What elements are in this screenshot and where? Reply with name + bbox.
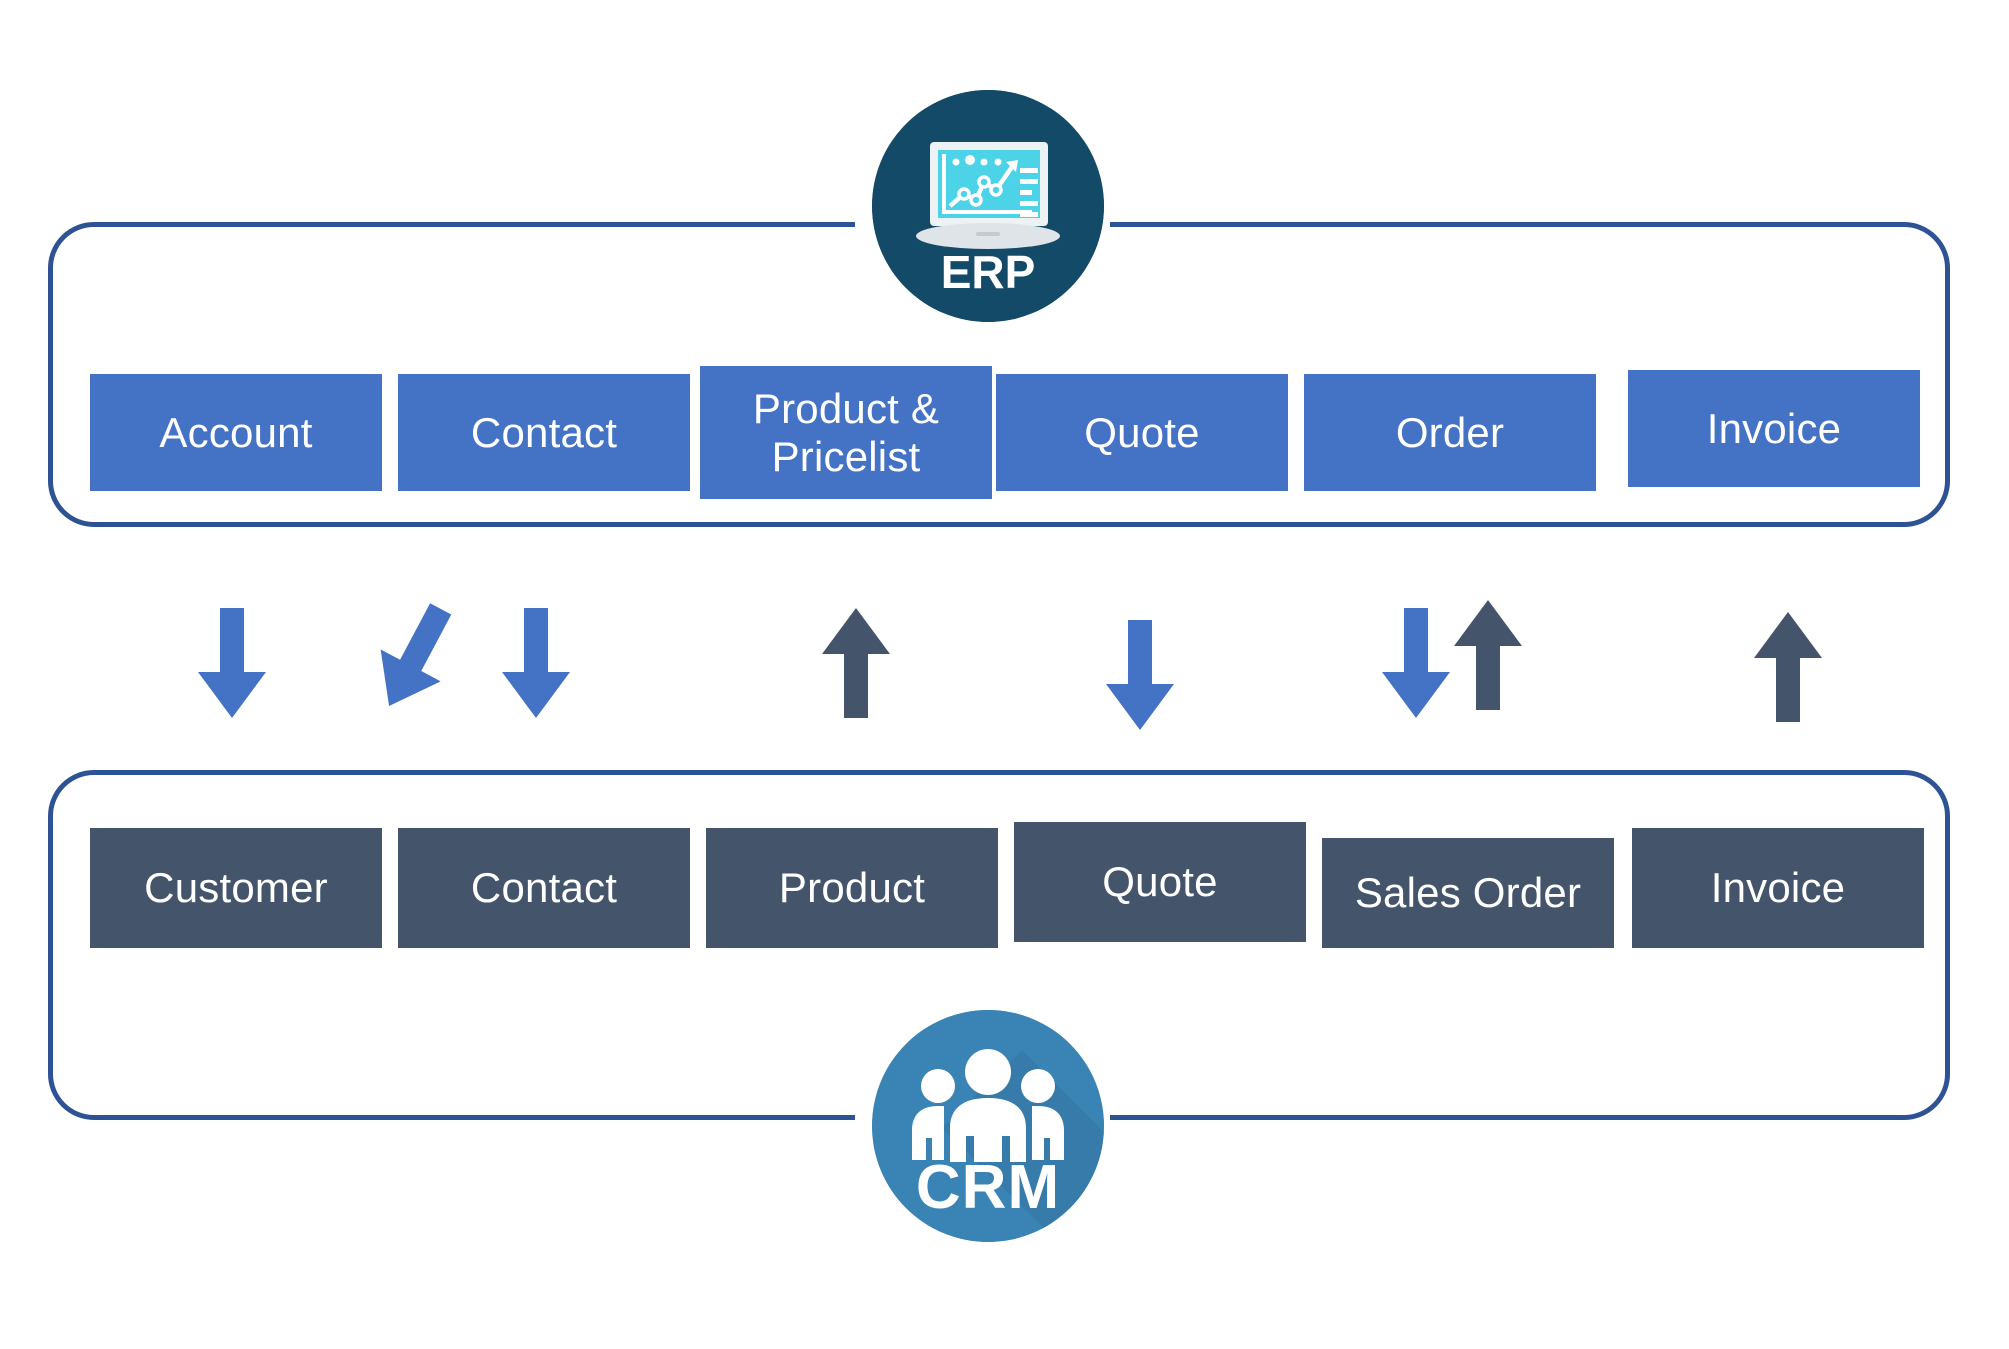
flow-arrow-contact-down-tilted — [368, 598, 458, 724]
erp-entity-invoice[interactable]: Invoice — [1628, 370, 1920, 487]
arrow-up-icon — [822, 608, 890, 718]
crm-logo: CRM — [872, 1010, 1104, 1242]
erp-entity-product-pricelist-label: Product & Pricelist — [752, 385, 940, 480]
crm-entity-invoice[interactable]: Invoice — [1632, 828, 1924, 948]
arrow-down-icon — [1106, 620, 1174, 730]
crm-entity-sales-order-label: Sales Order — [1354, 869, 1582, 917]
arrow-down-icon — [502, 608, 570, 718]
arrow-down-icon — [1382, 608, 1450, 718]
crm-entity-customer-label: Customer — [144, 864, 328, 912]
crm-entity-sales-order[interactable]: Sales Order — [1322, 838, 1614, 948]
arrow-up-icon — [1754, 612, 1822, 722]
flow-arrow-order-down — [1380, 608, 1452, 720]
flow-arrow-product-up — [820, 608, 892, 720]
crm-entity-customer[interactable]: Customer — [90, 828, 382, 948]
crm-entity-invoice-label: Invoice — [1710, 864, 1846, 912]
erp-entity-contact[interactable]: Contact — [398, 374, 690, 491]
flow-arrow-account-to-customer — [196, 608, 268, 720]
diagram-canvas: Account Contact Product & Pricelist Quot… — [0, 0, 2009, 1349]
flow-arrow-invoice-up — [1752, 612, 1824, 724]
crm-entity-contact-label: Contact — [470, 864, 618, 912]
crm-entity-product-label: Product — [778, 864, 926, 912]
erp-entity-account[interactable]: Account — [90, 374, 382, 491]
flow-arrow-sales-order-up — [1452, 600, 1524, 712]
erp-entity-quote-label: Quote — [1084, 408, 1200, 456]
erp-logo: ERP — [872, 90, 1104, 322]
flow-arrow-contact-to-contact — [500, 608, 572, 720]
svg-text:CRM: CRM — [916, 1153, 1060, 1222]
crm-entity-contact[interactable]: Contact — [398, 828, 690, 948]
crm-entity-quote[interactable]: Quote — [1014, 822, 1306, 942]
flow-arrow-quote-to-quote — [1104, 620, 1176, 732]
arrow-up-icon — [1454, 600, 1522, 710]
laptop-chart-icon: ERP — [872, 90, 1104, 322]
erp-entity-quote[interactable]: Quote — [996, 374, 1288, 491]
erp-entity-order-label: Order — [1395, 408, 1505, 456]
svg-text:ERP: ERP — [941, 246, 1036, 298]
erp-entity-order[interactable]: Order — [1304, 374, 1596, 491]
erp-entity-account-label: Account — [159, 408, 313, 456]
crm-entity-product[interactable]: Product — [706, 828, 998, 948]
erp-entity-contact-label: Contact — [470, 408, 618, 456]
crm-entity-quote-label: Quote — [1102, 858, 1218, 906]
erp-entity-invoice-label: Invoice — [1706, 404, 1842, 452]
arrow-down-icon — [198, 608, 266, 718]
arrow-down-tilted-icon — [380, 603, 452, 707]
erp-entity-product-pricelist[interactable]: Product & Pricelist — [700, 366, 992, 499]
people-group-icon: CRM — [872, 1010, 1104, 1242]
